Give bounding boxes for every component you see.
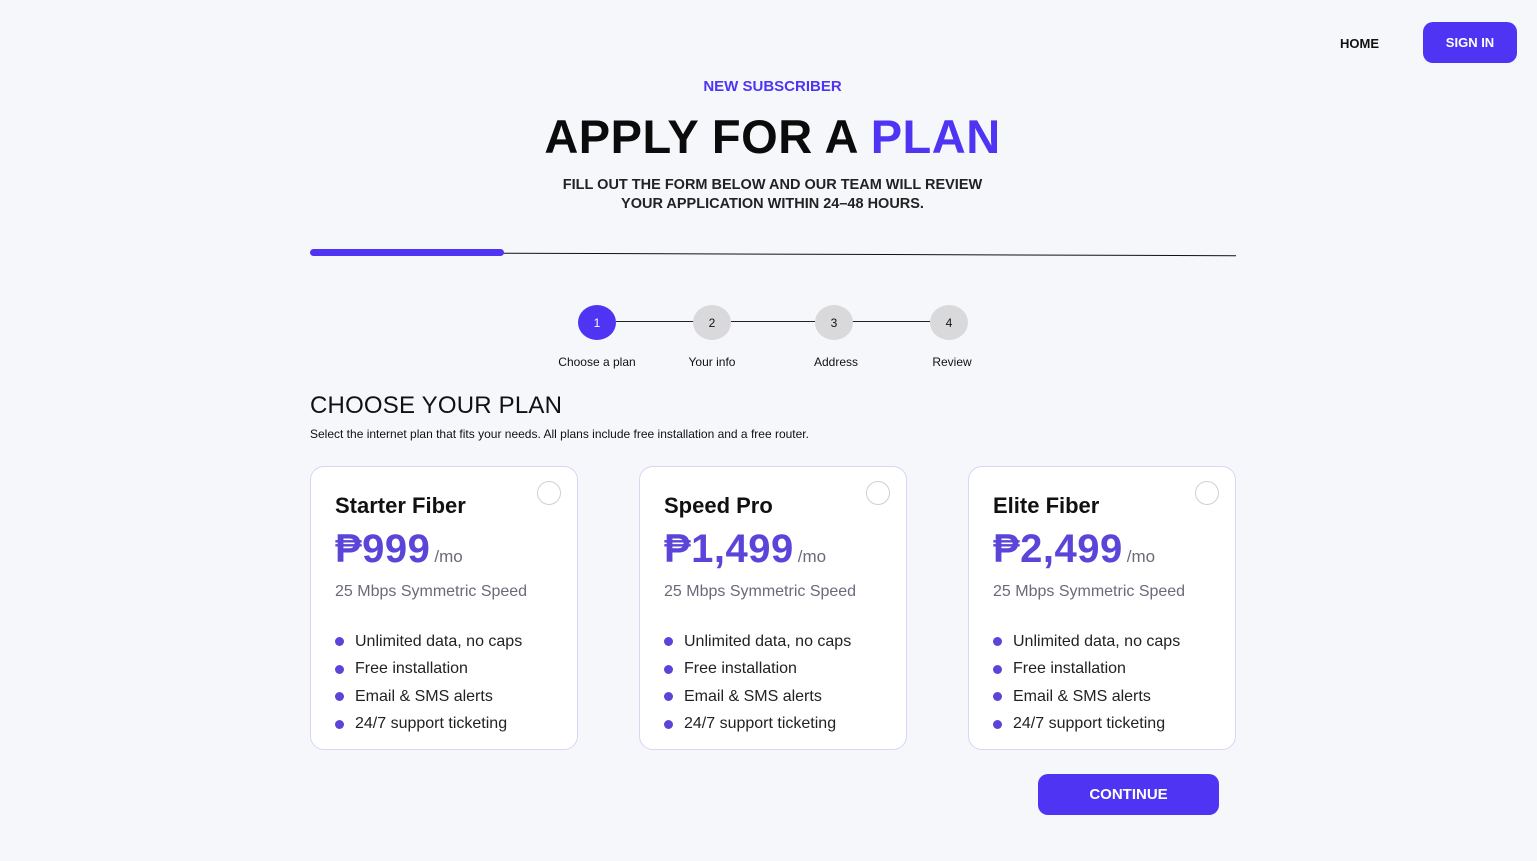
- plan-feature-text: Unlimited data, no caps: [684, 632, 852, 650]
- stepper-connector: [731, 321, 815, 322]
- page-title: APPLY FOR A PLAN: [0, 109, 1537, 164]
- bullet-dot-icon: [664, 692, 673, 702]
- plan-price-row: ₱1,499 /mo: [664, 527, 826, 572]
- plan-period: /mo: [434, 547, 463, 566]
- step-1-circle[interactable]: 1: [578, 305, 616, 340]
- plan-price-row: ₱2,499 /mo: [993, 527, 1155, 572]
- plan-feature-text: Unlimited data, no caps: [355, 632, 523, 650]
- plan-price: ₱1,499: [664, 527, 794, 571]
- bullet-dot-icon: [664, 719, 673, 729]
- step-4-circle[interactable]: 4: [930, 305, 968, 340]
- progress-fill: [310, 249, 504, 256]
- step-2-label: Your info: [688, 355, 736, 369]
- plan-feature: 24/7 support ticketing: [664, 711, 851, 739]
- plan-feature-text: 24/7 support ticketing: [684, 715, 837, 733]
- plan-name: Elite Fiber: [993, 493, 1100, 518]
- bullet-dot-icon: [993, 664, 1002, 674]
- plan-feature: Unlimited data, no caps: [993, 628, 1180, 656]
- plan-price: ₱999: [335, 527, 431, 571]
- bullet-dot-icon: [335, 719, 344, 729]
- bullet-dot-icon: [993, 637, 1002, 647]
- plan-features: Unlimited data, no caps Free installatio…: [664, 628, 851, 738]
- plan-period: /mo: [1126, 547, 1156, 566]
- plan-feature: Email & SMS alerts: [664, 683, 851, 711]
- plan-name: Speed Pro: [664, 493, 773, 518]
- plan-feature-text: Free installation: [355, 660, 468, 678]
- bullet-dot-icon: [664, 637, 673, 647]
- nav-home-link[interactable]: HOME: [1340, 36, 1379, 51]
- bullet-dot-icon: [335, 637, 344, 647]
- step-4-label: Review: [932, 355, 972, 369]
- plan-feature-text: Unlimited data, no caps: [1013, 632, 1181, 650]
- step-2-circle[interactable]: 2: [693, 305, 731, 340]
- plan-radio[interactable]: [537, 481, 561, 505]
- plan-feature-text: 24/7 support ticketing: [1013, 715, 1166, 733]
- plan-feature-text: Free installation: [684, 660, 797, 678]
- plan-features: Unlimited data, no caps Free installatio…: [335, 628, 522, 738]
- step-1-label: Choose a plan: [558, 355, 636, 369]
- plan-price-row: ₱999 /mo: [335, 527, 463, 572]
- plan-card-speed-pro[interactable]: Speed Pro ₱1,499 /mo 25 Mbps Symmetric S…: [639, 466, 907, 750]
- plan-period: /mo: [797, 547, 827, 566]
- plan-card-elite-fiber[interactable]: Elite Fiber ₱2,499 /mo 25 Mbps Symmetric…: [968, 466, 1236, 750]
- plan-feature: Unlimited data, no caps: [664, 628, 851, 656]
- plan-card-starter-fiber[interactable]: Starter Fiber ₱999 /mo 25 Mbps Symmetric…: [310, 466, 578, 750]
- page-subtitle: FILL OUT THE FORM BELOW AND OUR TEAM WIL…: [0, 176, 1537, 214]
- plan-feature: 24/7 support ticketing: [993, 711, 1180, 739]
- plan-feature: Email & SMS alerts: [335, 683, 522, 711]
- plan-feature: Unlimited data, no caps: [335, 628, 522, 656]
- plan-radio[interactable]: [1195, 481, 1219, 505]
- stepper-connector: [852, 321, 930, 322]
- bullet-dot-icon: [993, 692, 1002, 702]
- continue-button[interactable]: CONTINUE: [1038, 774, 1219, 815]
- page-subtitle-line-1: FILL OUT THE FORM BELOW AND OUR TEAM WIL…: [562, 177, 983, 193]
- plan-radio[interactable]: [866, 481, 890, 505]
- page-title-accent: PLAN: [870, 110, 1001, 163]
- page-subtitle-line-2: YOUR APPLICATION WITHIN 24–48 HOURS.: [621, 196, 924, 212]
- step-3-label: Address: [813, 355, 859, 369]
- eyebrow-label: NEW SUBSCRIBER: [703, 78, 842, 95]
- sign-in-button[interactable]: SIGN IN: [1423, 22, 1517, 63]
- plan-feature-text: 24/7 support ticketing: [355, 715, 508, 733]
- plan-speed: 25 Mbps Symmetric Speed: [993, 583, 1186, 600]
- page-title-main: APPLY FOR A: [544, 110, 871, 163]
- plan-feature-text: Free installation: [1013, 660, 1126, 678]
- step-3-circle[interactable]: 3: [815, 305, 853, 340]
- plan-feature-text: Email & SMS alerts: [684, 687, 822, 705]
- bullet-dot-icon: [335, 664, 344, 674]
- plan-name: Starter Fiber: [335, 493, 466, 518]
- bullet-dot-icon: [664, 664, 673, 674]
- bullet-dot-icon: [335, 692, 344, 702]
- plan-speed: 25 Mbps Symmetric Speed: [335, 583, 528, 600]
- plan-speed: 25 Mbps Symmetric Speed: [664, 583, 857, 600]
- plan-feature: 24/7 support ticketing: [335, 711, 522, 739]
- section-title: CHOOSE YOUR PLAN: [310, 392, 563, 419]
- plan-feature: Free installation: [335, 656, 522, 684]
- section-description: Select the internet plan that fits your …: [310, 427, 809, 441]
- plan-price: ₱2,499: [993, 527, 1123, 571]
- plan-features: Unlimited data, no caps Free installatio…: [993, 628, 1180, 738]
- plan-feature-text: Email & SMS alerts: [355, 687, 493, 705]
- bullet-dot-icon: [993, 719, 1002, 729]
- plan-feature: Free installation: [664, 656, 851, 684]
- plan-feature-text: Email & SMS alerts: [1013, 687, 1151, 705]
- stepper-connector: [616, 321, 694, 322]
- plan-feature: Email & SMS alerts: [993, 683, 1180, 711]
- plan-feature: Free installation: [993, 656, 1180, 684]
